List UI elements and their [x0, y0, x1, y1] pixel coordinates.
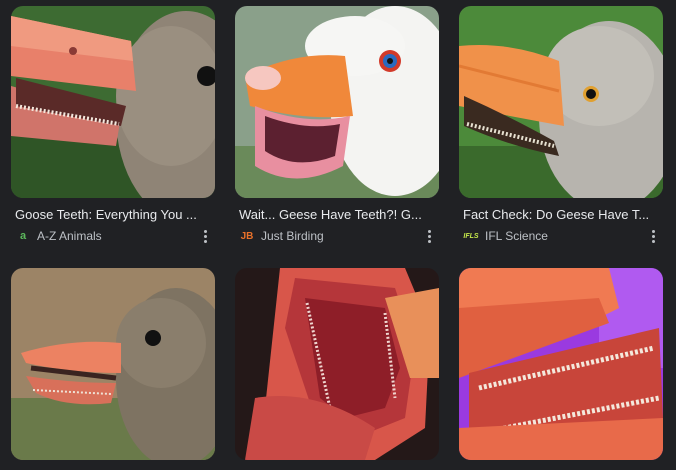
result-card-3[interactable]: Fact Check: Do Geese Have T... IFLS IFL … — [459, 6, 663, 244]
result-thumbnail[interactable] — [235, 6, 439, 198]
more-options-icon[interactable] — [199, 228, 211, 244]
result-card-6[interactable] — [459, 268, 663, 460]
result-source[interactable]: JB Just Birding — [235, 228, 439, 244]
more-options-icon[interactable] — [423, 228, 435, 244]
goose-photo-profile — [11, 268, 215, 460]
just-birding-favicon-icon: JB — [240, 230, 254, 242]
goose-photo-grey-2 — [459, 6, 663, 198]
result-thumbnail[interactable] — [459, 268, 663, 460]
result-card-4[interactable] — [11, 268, 215, 460]
result-source[interactable]: a A-Z Animals — [11, 228, 215, 244]
result-thumbnail[interactable] — [11, 6, 215, 198]
result-card-2[interactable]: Wait... Geese Have Teeth?! G... JB Just … — [235, 6, 439, 244]
result-source[interactable]: IFLS IFL Science — [459, 228, 663, 244]
result-source-name: Just Birding — [261, 229, 324, 243]
ifl-science-favicon-icon: IFLS — [463, 232, 479, 240]
result-source-name: A-Z Animals — [37, 229, 102, 243]
result-title[interactable]: Goose Teeth: Everything You ... — [11, 207, 213, 223]
more-options-icon[interactable] — [647, 228, 659, 244]
result-thumbnail[interactable] — [459, 6, 663, 198]
goose-photo-white — [235, 6, 439, 198]
result-title[interactable]: Fact Check: Do Geese Have T... — [459, 207, 661, 223]
goose-photo-teeth-closeup — [459, 268, 663, 460]
goose-photo-open-beak — [235, 268, 439, 460]
result-thumbnail[interactable] — [11, 268, 215, 460]
result-card-5[interactable] — [235, 268, 439, 460]
result-source-name: IFL Science — [485, 229, 548, 243]
goose-photo-grey — [11, 6, 215, 198]
result-thumbnail[interactable] — [235, 268, 439, 460]
az-animals-favicon-icon: a — [19, 230, 27, 242]
result-title[interactable]: Wait... Geese Have Teeth?! G... — [235, 207, 437, 223]
result-card-1[interactable]: Goose Teeth: Everything You ... a A-Z An… — [11, 6, 215, 244]
